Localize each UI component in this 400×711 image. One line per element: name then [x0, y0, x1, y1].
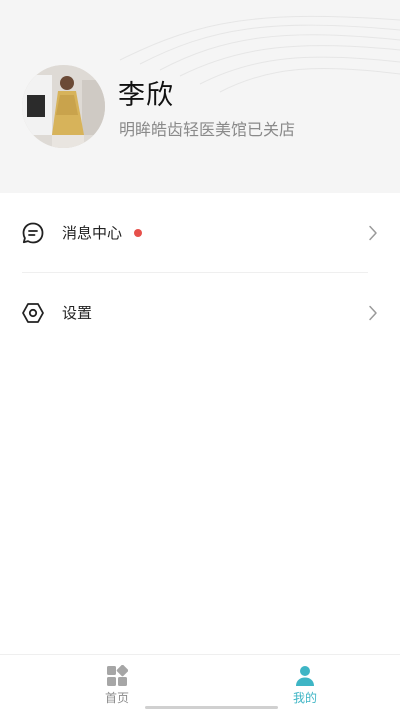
tab-home[interactable]: 首页 [57, 655, 177, 711]
unread-dot [134, 229, 142, 237]
tab-label: 首页 [104, 691, 129, 705]
tab-label: 我的 [292, 691, 317, 705]
user-store-status: 明眸皓齿轻医美馆已关店 [119, 120, 296, 139]
avatar[interactable] [22, 65, 105, 148]
avatar-photo [22, 65, 105, 148]
menu-item-message-center[interactable]: 消息中心 [0, 203, 400, 263]
menu-item-label: 设置 [62, 304, 93, 322]
menu-divider [22, 272, 368, 273]
settings-hexagon-icon [22, 303, 44, 323]
person-icon [296, 666, 314, 686]
bottom-tab-bar: 首页 我的 [0, 654, 400, 711]
menu-item-settings[interactable]: 设置 [0, 283, 400, 343]
chevron-right-icon [369, 225, 377, 241]
profile-header: 李欣 明眸皓齿轻医美馆已关店 [0, 0, 400, 193]
tab-mine[interactable]: 我的 [245, 655, 365, 711]
menu-item-label: 消息中心 [62, 224, 123, 242]
home-indicator [145, 706, 278, 709]
profile-screen: 李欣 明眸皓齿轻医美馆已关店 消息中心 设置 首页 我的 [0, 0, 400, 711]
grid-home-icon [107, 665, 128, 686]
message-icon [22, 222, 44, 244]
chevron-right-icon [369, 305, 377, 321]
user-name: 李欣 [118, 80, 174, 111]
